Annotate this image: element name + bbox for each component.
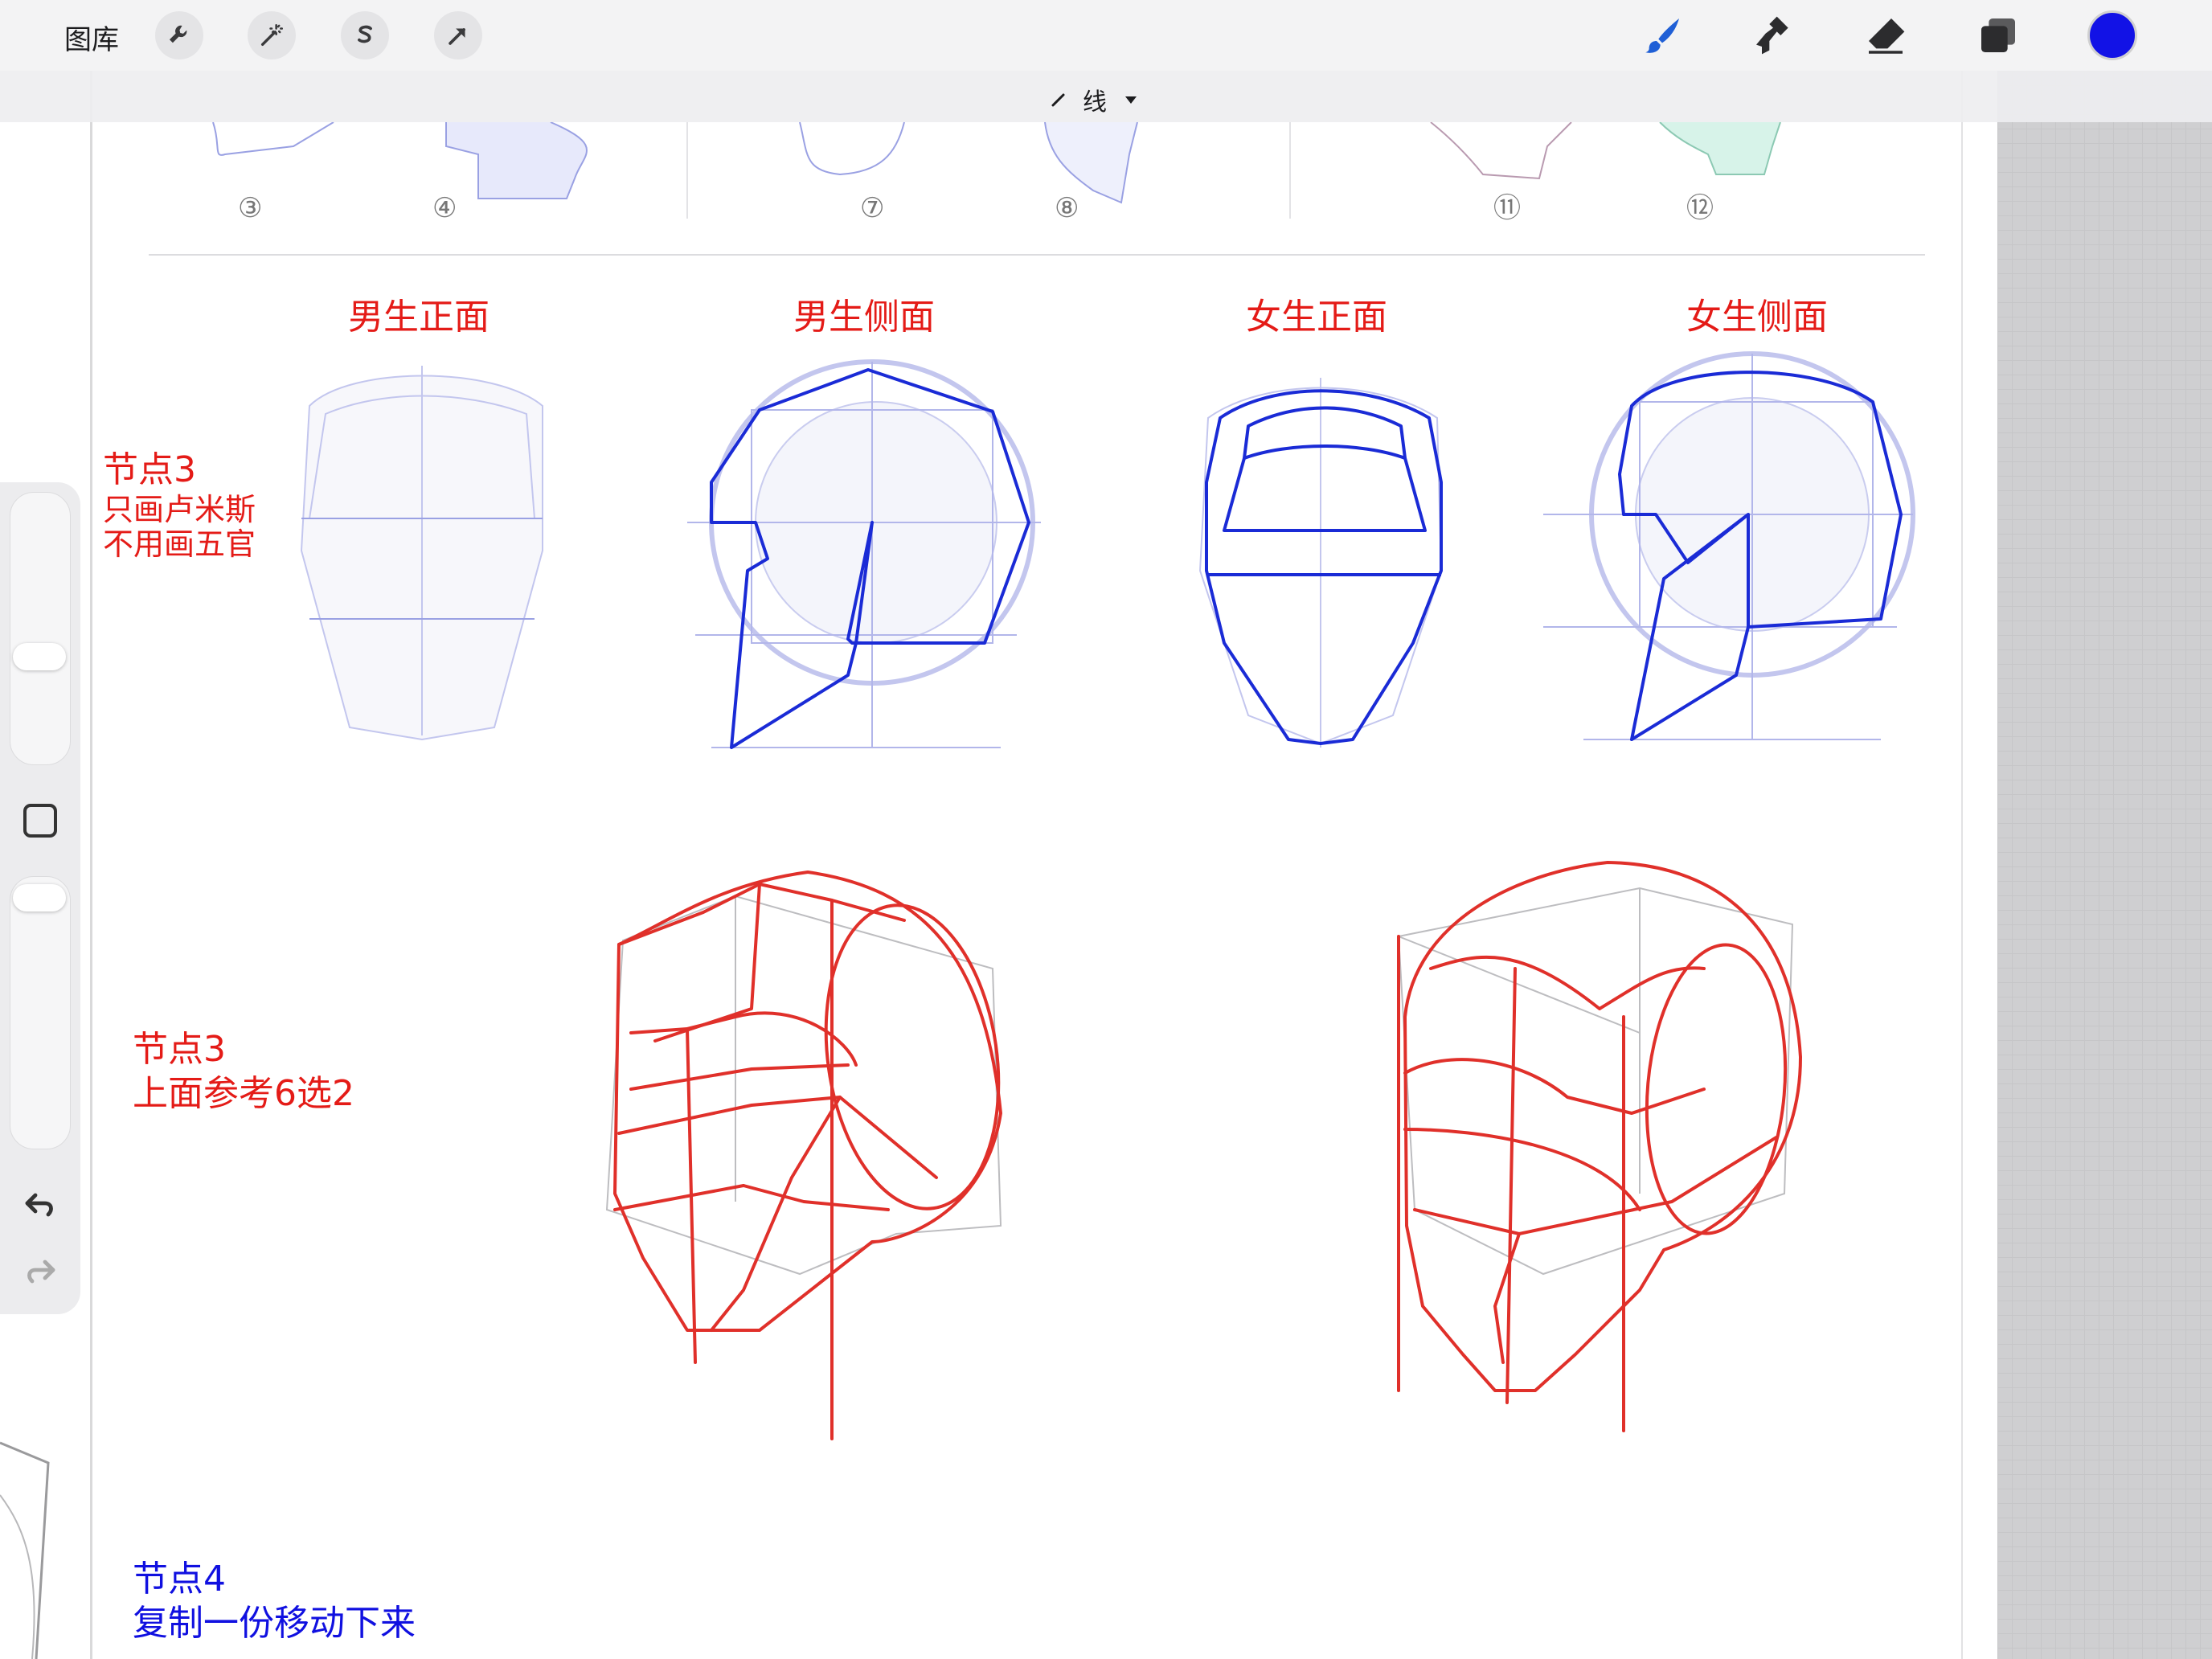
title-male-side: 男生侧面 — [793, 297, 935, 338]
note-node3-title: 节点3 — [103, 449, 196, 490]
red-head-sketch-right — [1397, 861, 1802, 1432]
left-sidebar — [0, 482, 80, 1314]
male-side-sketch — [687, 359, 1041, 749]
brush-icon[interactable] — [1636, 10, 1688, 61]
canvas-grid-margin — [1997, 71, 2212, 1659]
caret-down-icon — [1125, 96, 1137, 104]
step-marker: ⑦ — [860, 192, 885, 224]
selection-s-icon[interactable] — [341, 11, 389, 59]
note-node3b-title: 节点3 — [133, 1029, 226, 1070]
redo-icon[interactable] — [21, 1252, 59, 1291]
color-picker-button[interactable] — [2087, 10, 2137, 60]
step-marker: ⑧ — [1055, 192, 1079, 224]
note-node3-line2: 不用画五官 — [103, 526, 256, 562]
opacity-handle[interactable] — [13, 884, 66, 911]
layer-bar: 线 — [0, 71, 2212, 122]
layers-icon[interactable] — [1972, 10, 2024, 61]
step-marker: ⑪ — [1493, 192, 1521, 224]
layer-name: 线 — [1083, 88, 1107, 117]
title-female-front: 女生正面 — [1246, 297, 1387, 338]
undo-icon[interactable] — [21, 1186, 59, 1224]
note-node3b-line1: 上面参考6选2 — [133, 1073, 354, 1114]
smudge-icon[interactable] — [1747, 10, 1799, 61]
transform-arrow-icon[interactable] — [434, 11, 482, 59]
step-marker: ④ — [432, 192, 457, 224]
top-toolbar: 图库 — [0, 0, 2212, 71]
brush-size-handle[interactable] — [13, 643, 66, 670]
note-node4-line1: 复制一份移动下来 — [133, 1603, 416, 1644]
note-node3-line1: 只画卢米斯 — [103, 492, 256, 527]
step-marker: ③ — [238, 192, 263, 224]
reference-strip — [149, 121, 1925, 256]
note-node4-title: 节点4 — [133, 1559, 226, 1600]
title-female-side: 女生侧面 — [1686, 297, 1828, 338]
opacity-slider[interactable] — [10, 876, 71, 1149]
partial-cube-sketch — [0, 1441, 50, 1659]
wrench-icon[interactable] — [155, 11, 203, 59]
magic-wand-icon[interactable] — [248, 11, 296, 59]
current-layer-selector[interactable]: 线 — [1049, 82, 1141, 117]
male-front-sketch — [300, 366, 543, 741]
female-front-sketch — [1198, 378, 1443, 748]
step-marker: ⑫ — [1686, 192, 1714, 224]
female-side-sketch — [1543, 351, 1915, 741]
canvas-edge — [1961, 71, 1997, 1659]
brush-size-slider[interactable] — [10, 492, 71, 765]
square-icon[interactable] — [23, 804, 57, 838]
red-head-sketch-left — [605, 870, 1002, 1440]
title-male-front: 男生正面 — [348, 297, 490, 338]
gallery-button[interactable]: 图库 — [64, 18, 119, 57]
pen-icon — [1051, 93, 1065, 107]
eraser-icon[interactable] — [1860, 10, 1911, 61]
